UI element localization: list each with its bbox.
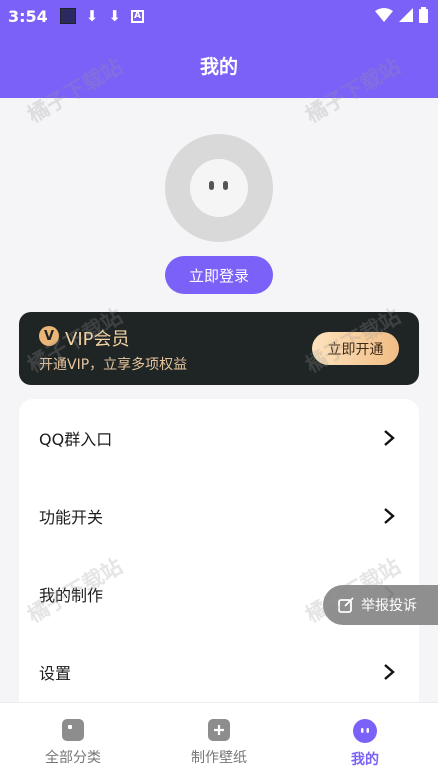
download-icon: ⬇ <box>85 7 99 25</box>
add-icon <box>208 719 230 741</box>
avatar-face-icon <box>190 159 248 217</box>
app-square-icon <box>59 8 76 24</box>
report-button[interactable]: 举报投诉 <box>323 585 438 625</box>
vip-card[interactable]: V VIP会员 开通VIP，立享多项权益 立即开通 <box>19 312 419 385</box>
chevron-right-icon <box>384 664 395 680</box>
tab-label: 全部分类 <box>45 750 101 766</box>
avatar-eye <box>209 181 214 190</box>
tab-label: 我的 <box>351 752 379 768</box>
notification-icons: ⬇ ⬇ A <box>59 7 144 25</box>
text-icon: A <box>130 9 144 23</box>
status-bar: 3:54 ⬇ ⬇ A <box>0 0 438 32</box>
menu-item-label: QQ群入口 <box>39 430 113 449</box>
vip-subtitle: 开通VIP，立享多项权益 <box>39 357 188 373</box>
download-icon: ⬇ <box>108 7 121 25</box>
tab-all-categories[interactable]: 全部分类 <box>0 703 146 773</box>
bottom-tab-bar: 全部分类 制作壁纸 我的 <box>0 702 438 780</box>
menu-item-label: 功能开关 <box>39 508 104 527</box>
category-icon <box>62 719 84 741</box>
profile-icon <box>353 719 377 743</box>
avatar[interactable] <box>165 134 273 242</box>
menu-item-label: 我的制作 <box>39 586 104 605</box>
menu-item-label: 设置 <box>39 664 72 683</box>
status-time: 3:54 <box>8 6 48 26</box>
vip-badge-icon: V <box>39 326 59 346</box>
battery-icon <box>419 7 428 23</box>
tab-make-wallpaper[interactable]: 制作壁纸 <box>146 703 292 773</box>
edit-icon <box>338 597 354 613</box>
login-button[interactable]: 立即登录 <box>165 256 273 294</box>
system-icons <box>375 7 428 23</box>
signal-icon <box>399 8 413 22</box>
chevron-right-icon <box>384 430 395 446</box>
vip-title: VIP会员 <box>65 329 130 350</box>
menu-item-qq-group[interactable]: QQ群入口 <box>19 399 419 477</box>
app-header: 我的 <box>0 32 438 98</box>
vip-open-button[interactable]: 立即开通 <box>312 332 399 365</box>
report-label: 举报投诉 <box>361 598 417 614</box>
chevron-right-icon <box>384 508 395 524</box>
tab-label: 制作壁纸 <box>191 750 247 766</box>
menu-item-feature-switch[interactable]: 功能开关 <box>19 477 419 555</box>
avatar-eye <box>223 181 228 190</box>
tab-mine[interactable]: 我的 <box>292 703 438 773</box>
wifi-icon <box>375 8 393 22</box>
page-title: 我的 <box>199 55 238 78</box>
menu-list: QQ群入口 功能开关 我的制作 设置 <box>19 399 419 719</box>
menu-item-settings[interactable]: 设置 <box>19 633 419 711</box>
